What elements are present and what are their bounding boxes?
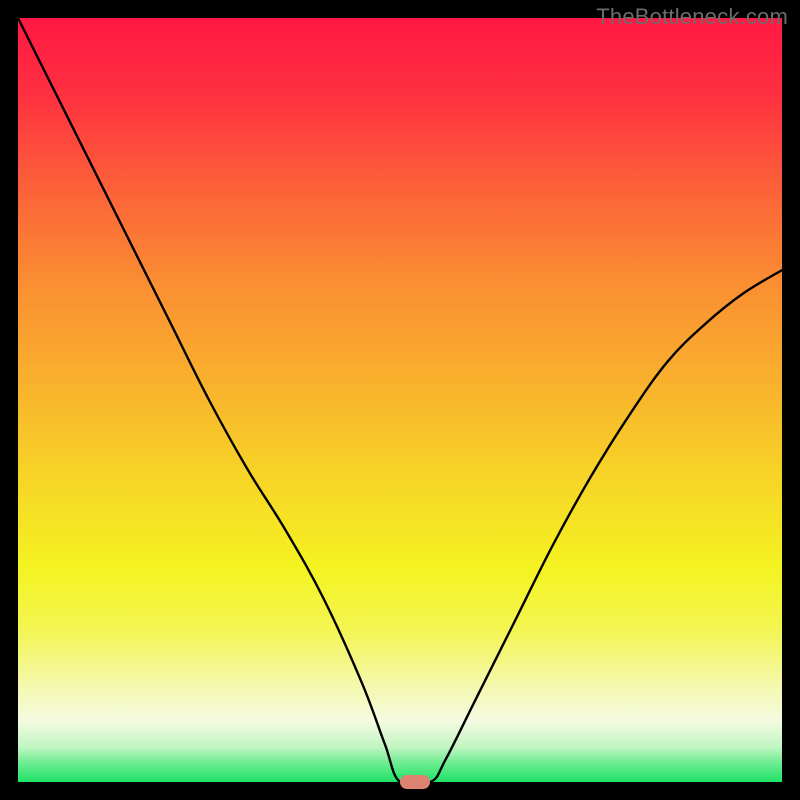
gradient-plot [18,18,782,782]
chart-frame: TheBottleneck.com [0,0,800,800]
watermark-text: TheBottleneck.com [596,4,788,30]
plot-background [18,18,782,782]
optimal-marker [400,775,430,789]
